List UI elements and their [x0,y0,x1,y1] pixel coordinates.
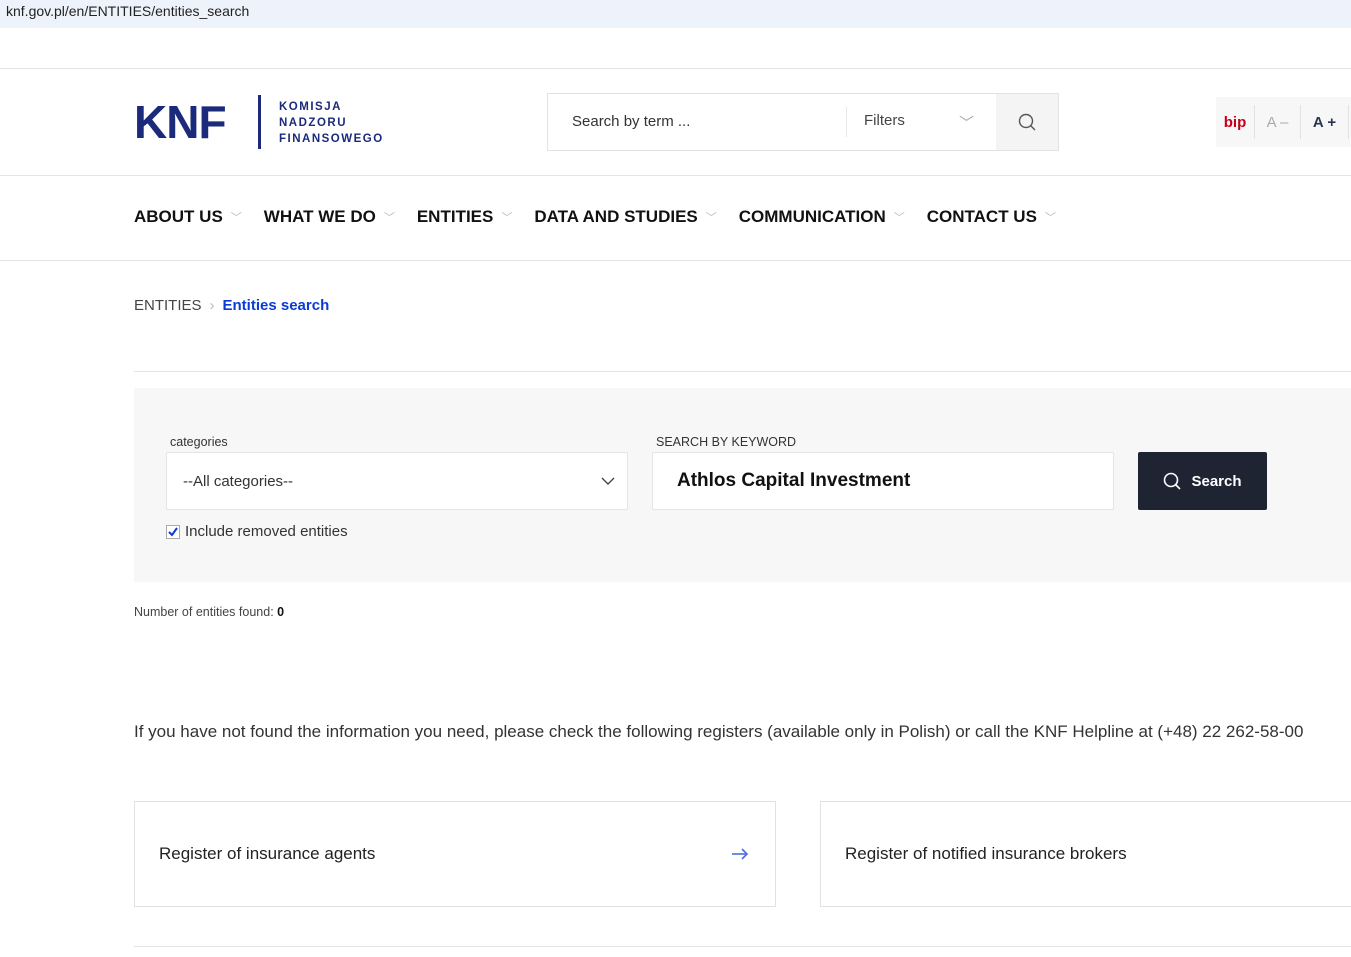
arrow-right-icon [732,848,749,860]
card-title: Register of insurance agents [159,844,376,863]
results-label: Number of entities found: [134,605,274,619]
breadcrumb: ENTITIES › Entities search [134,297,329,314]
font-increase-button[interactable]: A + [1301,105,1349,139]
chevron-down-icon: ﹀ [958,114,974,132]
filters-dropdown[interactable]: Filters ﹀ [847,112,996,133]
include-removed-checkbox[interactable]: Include removed entities [166,523,348,540]
nav-label: ENTITIES [416,207,494,226]
filters-label: Filters [864,111,905,129]
chevron-down-icon: ﹀ [1044,212,1056,224]
results-count: Number of entities found: 0 [134,605,284,619]
logo-text: KOMISJA NADZORU FINANSOWEGO [279,99,384,147]
header-search-button[interactable] [996,94,1058,150]
logo-line: KOMISJA [279,101,342,113]
chevron-right-icon: › [209,297,215,314]
divider [134,371,1351,372]
card-title: Register of notified insurance brokers [845,844,1127,863]
keyword-label: SEARCH BY KEYWORD [656,435,797,449]
divider [0,68,1351,69]
categories-select[interactable]: --All categories-- [166,452,628,510]
nav-label: COMMUNICATION [738,207,886,226]
nav-about-us[interactable]: ABOUT US ﹀ [134,207,242,227]
address-bar[interactable]: knf.gov.pl/en/ENTITIES/entities_search [0,0,1351,28]
divider [134,946,1351,947]
divider [0,175,1351,176]
search-icon [1018,113,1036,131]
header-search: Search by term ... Filters ﹀ [547,93,1059,151]
nav-label: ABOUT US [134,207,223,226]
chevron-down-icon: ﹀ [501,212,513,224]
breadcrumb-entities[interactable]: ENTITIES [134,297,202,314]
nav-what-we-do[interactable]: WHAT WE DO ﹀ [264,207,395,227]
bip-link[interactable]: bip [1216,105,1255,139]
search-icon [1164,472,1182,490]
logo-line: FINANSOWEGO [279,133,384,145]
nav-label: WHAT WE DO [263,207,376,226]
nav-contact-us[interactable]: CONTACT US ﹀ [927,207,1056,227]
register-card[interactable]: Register of notified insurance brokers [820,801,1351,907]
chevron-down-icon: ﹀ [893,212,905,224]
categories-value: --All categories-- [183,472,294,490]
breadcrumb-current: Entities search [222,297,330,314]
nav-communication[interactable]: COMMUNICATION ﹀ [739,207,905,227]
nav-label: CONTACT US [926,207,1037,226]
keyword-input[interactable]: Athlos Capital Investment [652,452,1114,510]
search-term-input[interactable]: Search by term ... [548,107,847,137]
font-decrease-button[interactable]: A – [1255,105,1301,139]
search-button-label: Search [1191,472,1242,490]
search-button[interactable]: Search [1138,452,1267,510]
chevron-down-icon: ﹀ [230,212,242,224]
logo-divider [258,95,261,149]
info-text: If you have not found the information yo… [134,722,1304,741]
checkbox-checked-icon [166,524,180,539]
divider [0,260,1351,261]
chevron-down-icon: ﹀ [705,212,717,224]
include-removed-label: Include removed entities [185,523,348,540]
chevron-down-icon: ﹀ [383,212,395,224]
chevron-down-icon [601,477,615,485]
register-card[interactable]: Register of insurance agents [134,801,776,907]
main-nav: ABOUT US ﹀ WHAT WE DO ﹀ ENTITIES ﹀ DATA AND… [134,207,1078,227]
logo-line: NADZORU [279,117,347,129]
nav-data-and-studies[interactable]: DATA AND STUDIES ﹀ [534,207,716,227]
categories-label: categories [170,435,228,449]
logo-mark[interactable]: KNF [134,96,227,148]
accessibility-tools: bip A – A + [1216,97,1351,147]
results-number: 0 [277,605,285,619]
nav-entities[interactable]: ENTITIES ﹀ [417,207,513,227]
nav-label: DATA AND STUDIES [534,207,698,226]
